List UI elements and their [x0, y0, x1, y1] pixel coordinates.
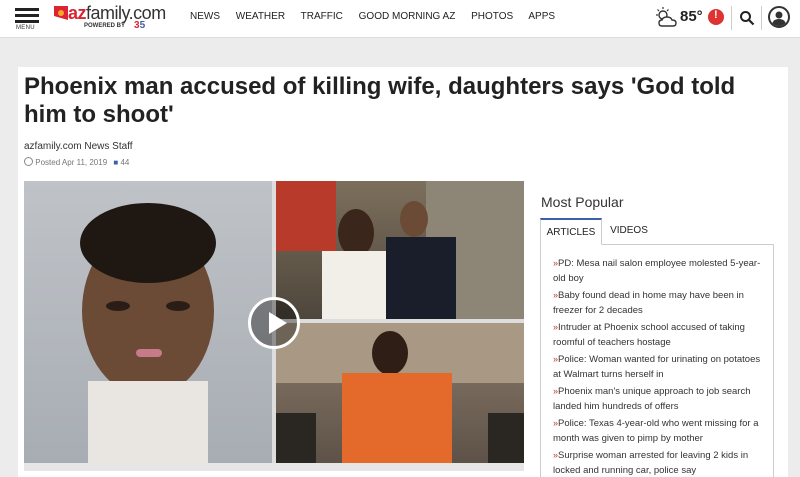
comments-icon[interactable]: ■ — [113, 158, 118, 167]
tab-videos[interactable]: VIDEOS — [604, 218, 654, 243]
arizona-sun-icon — [54, 6, 68, 20]
user-account-button[interactable] — [768, 6, 790, 28]
courtroom-image — [276, 323, 524, 463]
video-player[interactable] — [24, 181, 524, 471]
most-popular-list: »PD: Mesa nail salon employee molested 5… — [540, 244, 774, 477]
comment-count[interactable]: 44 — [120, 158, 129, 167]
weather-alert-icon[interactable]: ! — [708, 9, 724, 25]
list-item[interactable]: »Intruder at Phoenix school accused of t… — [553, 320, 765, 350]
nav-item-apps[interactable]: APPS — [528, 11, 555, 22]
list-item[interactable]: »Police: Texas 4-year-old who went missi… — [553, 416, 765, 446]
divider — [731, 6, 732, 30]
mugshot-image — [24, 181, 272, 463]
article-byline[interactable]: azfamily.com News Staff — [24, 141, 133, 152]
play-button[interactable] — [248, 297, 300, 349]
posted-date: Posted Apr 11, 2019 — [35, 158, 108, 167]
menu-icon-line — [15, 8, 39, 11]
clock-icon — [24, 157, 33, 166]
logo-text: azfamily.com — [68, 3, 166, 23]
most-popular-panel: Most Popular ARTICLES VIDEOS »PD: Mesa n… — [540, 181, 776, 477]
channel-logo: 35 — [134, 20, 146, 31]
menu-icon-line — [15, 20, 39, 23]
video-progress-bar[interactable] — [24, 463, 524, 471]
user-icon — [772, 11, 786, 26]
most-popular-tabs: ARTICLES VIDEOS — [540, 218, 774, 245]
list-item[interactable]: »PD: Mesa nail salon employee molested 5… — [553, 256, 765, 286]
site-logo[interactable]: azfamily.com POWERED BY 35 — [54, 3, 174, 33]
tab-articles[interactable]: ARTICLES — [540, 218, 602, 245]
nav-item-photos[interactable]: PHOTOS — [471, 11, 513, 22]
nav-item-traffic[interactable]: TRAFFIC — [301, 11, 343, 22]
partly-cloudy-icon — [656, 7, 677, 27]
top-navigation-bar: MENU azfamily.com POWERED BY 35 NEWS WEA… — [0, 0, 800, 38]
courtroom-photo — [276, 323, 524, 463]
play-icon — [269, 312, 287, 334]
menu-label: MENU — [16, 25, 35, 31]
menu-icon-line — [15, 14, 39, 17]
main-nav: NEWS WEATHER TRAFFIC GOOD MORNING AZ PHO… — [190, 11, 568, 22]
menu-button[interactable]: MENU — [14, 5, 42, 33]
nav-item-news[interactable]: NEWS — [190, 11, 220, 22]
list-item[interactable]: »Police: Woman wanted for urinating on p… — [553, 352, 765, 382]
alert-symbol: ! — [714, 9, 718, 21]
article-headline: Phoenix man accused of killing wife, dau… — [24, 73, 736, 128]
court-escort-photo — [276, 181, 524, 319]
nav-item-weather[interactable]: WEATHER — [236, 11, 285, 22]
divider — [761, 6, 762, 30]
list-item[interactable]: »Phoenix man's unique approach to job se… — [553, 384, 765, 414]
mugshot-photo — [80, 203, 216, 463]
search-icon[interactable] — [739, 10, 755, 26]
weather-temperature: 85° — [680, 8, 703, 25]
article-meta: Posted Apr 11, 2019 ■ 44 — [24, 157, 129, 167]
most-popular-title: Most Popular — [541, 194, 624, 210]
article-container: Phoenix man accused of killing wife, dau… — [18, 67, 788, 477]
list-item[interactable]: »Baby found dead in home may have been i… — [553, 288, 765, 318]
court-escort-image — [276, 181, 524, 319]
powered-by-label: POWERED BY — [84, 23, 126, 29]
list-item[interactable]: »Surprise woman arrested for leaving 2 k… — [553, 448, 765, 477]
nav-item-good-morning-az[interactable]: GOOD MORNING AZ — [359, 11, 456, 22]
